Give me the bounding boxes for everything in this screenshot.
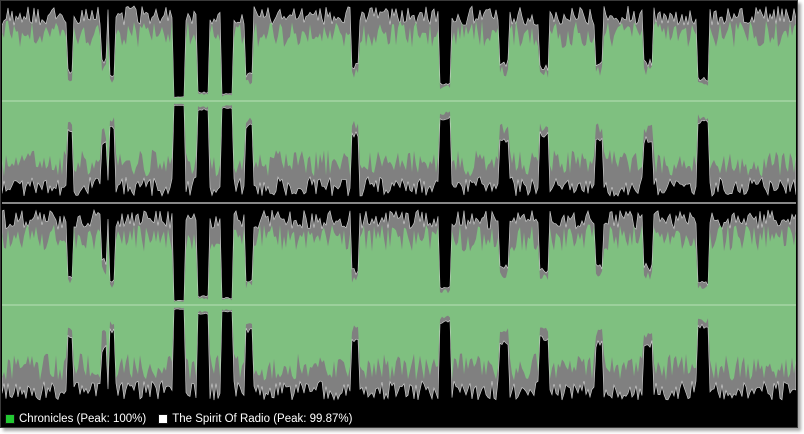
track-waveform-chronicles <box>2 20 796 177</box>
waveform-area <box>2 2 796 406</box>
legend-swatch-spirit-of-radio <box>158 414 169 424</box>
track-waveform-chronicles <box>2 224 796 381</box>
waveform-comparison-window: Chronicles (Peak: 100%) The Spirit Of Ra… <box>0 0 798 428</box>
left-channel <box>2 5 796 197</box>
legend: Chronicles (Peak: 100%) The Spirit Of Ra… <box>5 411 364 427</box>
legend-item-spirit-of-radio: The Spirit Of Radio (Peak: 99.87%) <box>158 413 352 425</box>
legend-label-chronicles: Chronicles (Peak: 100%) <box>19 413 147 425</box>
right-channel <box>2 208 796 401</box>
legend-swatch-chronicles <box>5 414 15 424</box>
waveform-svg <box>2 5 796 401</box>
legend-item-chronicles: Chronicles (Peak: 100%) <box>5 413 146 425</box>
legend-label-spirit-of-radio: The Spirit Of Radio (Peak: 99.87%) <box>172 413 353 425</box>
